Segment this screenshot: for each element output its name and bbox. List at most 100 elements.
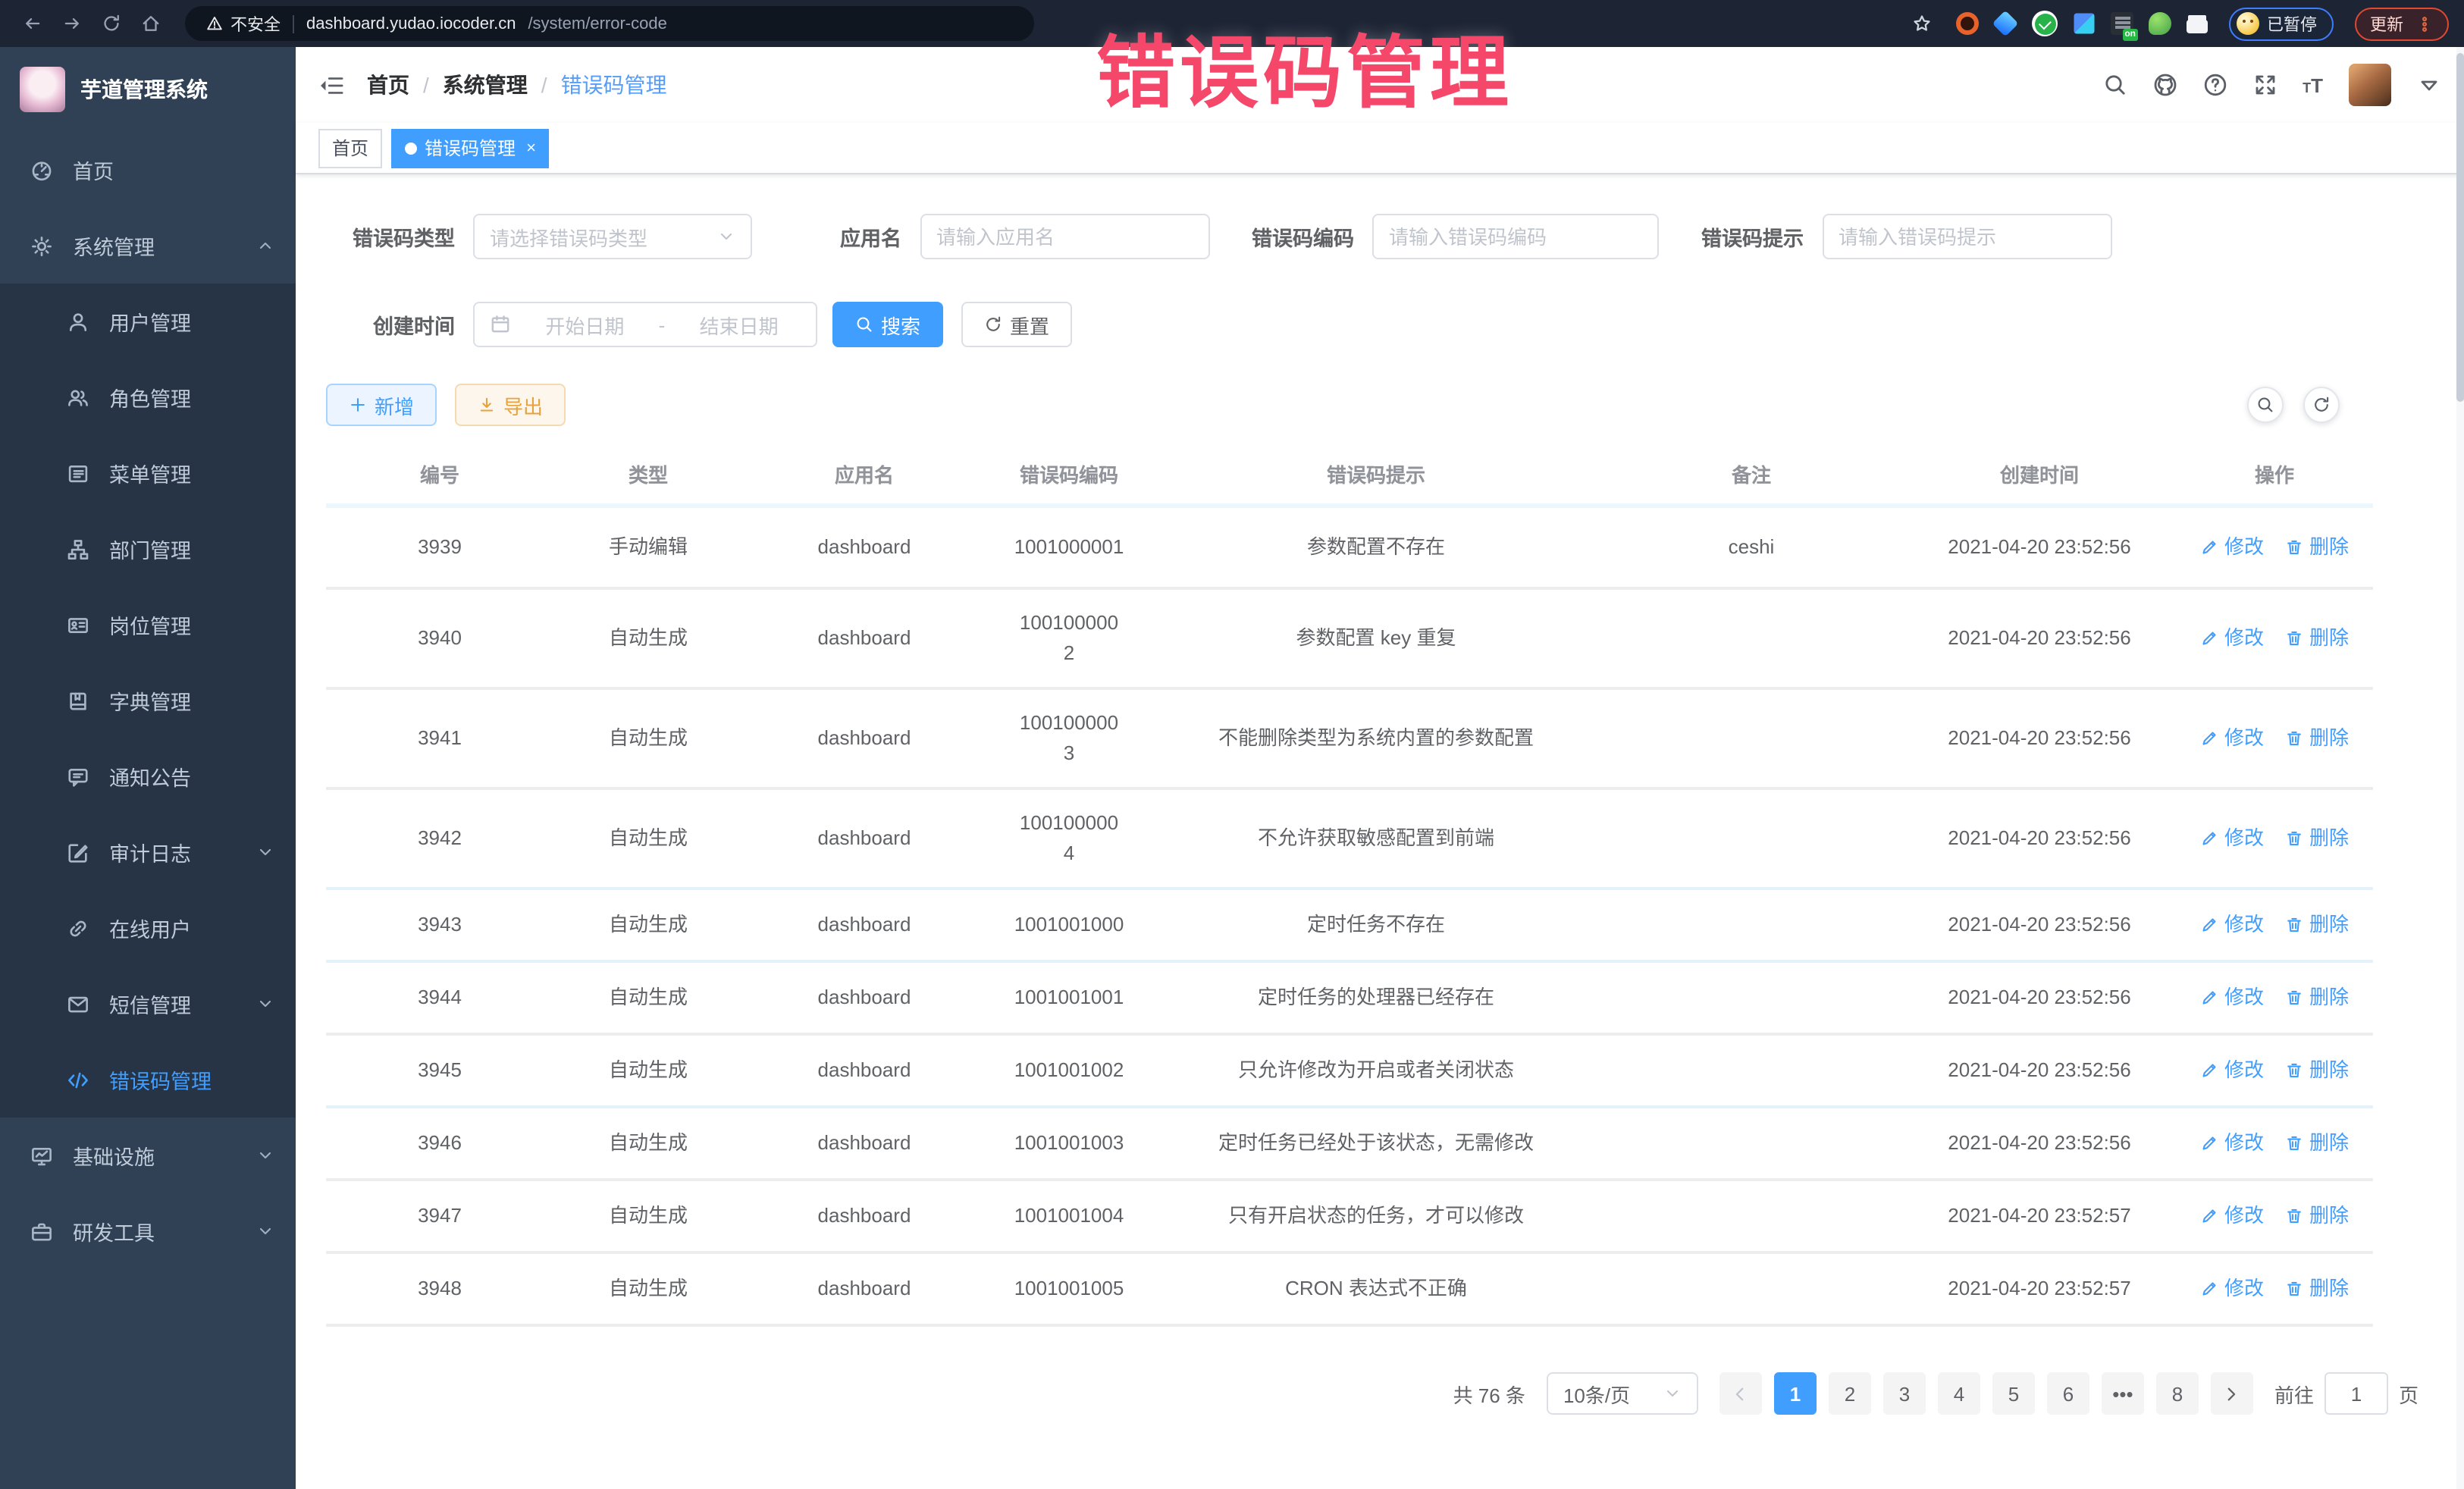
page-size-select[interactable]: 10条/页 — [1547, 1372, 1698, 1415]
next-page-button[interactable] — [2211, 1372, 2253, 1415]
extension-green-check-icon[interactable] — [2032, 11, 2058, 36]
edit-label: 修改 — [2224, 1128, 2264, 1158]
page-scrollbar[interactable] — [2456, 47, 2464, 1489]
fullscreen-icon[interactable] — [2252, 73, 2277, 97]
page-ellipsis[interactable]: ••• — [2102, 1372, 2144, 1415]
edit-button[interactable]: 修改 — [2200, 532, 2264, 563]
search-icon[interactable] — [2102, 73, 2127, 97]
sidebar-item-系统管理[interactable]: 系统管理 — [0, 208, 296, 284]
sidebar-item-字典管理[interactable]: 字典管理 — [0, 663, 296, 738]
extension-green-rocket-icon[interactable] — [2149, 12, 2171, 35]
delete-button[interactable]: 删除 — [2285, 823, 2349, 854]
sidebar-item-短信管理[interactable]: 短信管理 — [0, 966, 296, 1042]
extension-orange-ring-icon[interactable] — [1956, 12, 1979, 35]
page-button-4[interactable]: 4 — [1938, 1372, 1980, 1415]
edit-button[interactable]: 修改 — [2200, 823, 2264, 854]
tab-首页[interactable]: 首页 — [318, 128, 382, 168]
delete-button[interactable]: 删除 — [2285, 1128, 2349, 1158]
sidebar-logo-row[interactable]: 芋道管理系统 — [0, 47, 296, 132]
goto-page-input[interactable] — [2324, 1372, 2388, 1415]
extension-blue-cubes-icon[interactable] — [2074, 14, 2095, 34]
reset-button[interactable]: 重置 — [961, 302, 1072, 347]
delete-button[interactable]: 删除 — [2285, 1055, 2349, 1086]
browser-home-icon[interactable] — [133, 7, 167, 40]
error-type-select[interactable]: 请选择错误码类型 — [473, 214, 752, 259]
delete-button[interactable]: 删除 — [2285, 723, 2349, 754]
error-code-input[interactable] — [1389, 225, 1642, 248]
edit-button[interactable]: 修改 — [2200, 1274, 2264, 1304]
edit-button[interactable]: 修改 — [2200, 910, 2264, 940]
delete-button[interactable]: 删除 — [2285, 1274, 2349, 1304]
delete-button[interactable]: 删除 — [2285, 623, 2349, 654]
cell-actions: 修改 删除 — [2176, 1128, 2373, 1158]
export-button[interactable]: 导出 — [455, 384, 566, 426]
github-icon[interactable] — [2152, 73, 2177, 97]
scrollbar-thumb[interactable] — [2456, 53, 2464, 402]
add-button[interactable]: 新增 — [326, 384, 437, 426]
browser-back-icon[interactable] — [15, 7, 49, 40]
chevron-down-icon[interactable] — [2417, 73, 2441, 97]
edit-button[interactable]: 修改 — [2200, 983, 2264, 1013]
browser-update-button[interactable]: 更新 — [2355, 7, 2449, 40]
sidebar-item-在线用户[interactable]: 在线用户 — [0, 890, 296, 966]
insecure-badge[interactable]: 不安全 — [206, 11, 281, 36]
delete-trash-icon — [2285, 1207, 2303, 1225]
browser-forward-icon[interactable] — [55, 7, 88, 40]
column-header-应用名: 应用名 — [743, 462, 986, 492]
prev-page-button[interactable] — [1719, 1372, 1762, 1415]
tab-close-icon[interactable]: × — [526, 139, 536, 157]
delete-button[interactable]: 删除 — [2285, 983, 2349, 1013]
edit-button[interactable]: 修改 — [2200, 1055, 2264, 1086]
avatar[interactable] — [2349, 64, 2391, 106]
sidebar-item-部门管理[interactable]: 部门管理 — [0, 511, 296, 587]
page-buttons: 123456 ••• 8 — [1719, 1372, 2253, 1415]
delete-label: 删除 — [2309, 1128, 2349, 1158]
extension-puzzle-icon[interactable] — [2187, 19, 2208, 33]
page-button-8[interactable]: 8 — [2156, 1372, 2199, 1415]
address-bar[interactable]: 不安全 dashboard.yudao.iocoder.cn/system/er… — [185, 6, 1034, 41]
browser-reload-icon[interactable] — [94, 7, 127, 40]
page-button-2[interactable]: 2 — [1829, 1372, 1871, 1415]
delete-button[interactable]: 删除 — [2285, 1201, 2349, 1231]
sidebar-item-通知公告[interactable]: 通知公告 — [0, 738, 296, 814]
edit-button[interactable]: 修改 — [2200, 723, 2264, 754]
edit-button[interactable]: 修改 — [2200, 1128, 2264, 1158]
kebab-menu-icon[interactable] — [2415, 14, 2434, 33]
sidebar-item-研发工具[interactable]: 研发工具 — [0, 1193, 296, 1269]
page-button-1[interactable]: 1 — [1774, 1372, 1817, 1415]
toggle-search-button[interactable] — [2247, 387, 2284, 423]
refresh-table-button[interactable] — [2303, 387, 2340, 423]
page-button-3[interactable]: 3 — [1883, 1372, 1926, 1415]
page-button-5[interactable]: 5 — [1992, 1372, 2035, 1415]
sidebar-item-错误码管理[interactable]: 错误码管理 — [0, 1042, 296, 1118]
sidebar-item-基础设施[interactable]: 基础设施 — [0, 1118, 296, 1193]
breadcrumb-home[interactable]: 首页 — [367, 70, 409, 100]
breadcrumb-system[interactable]: 系统管理 — [443, 70, 528, 100]
edit-button[interactable]: 修改 — [2200, 1201, 2264, 1231]
delete-button[interactable]: 删除 — [2285, 910, 2349, 940]
hamburger-icon[interactable] — [318, 72, 344, 98]
table-row: 3947自动生成dashboard1001001004只有开启状态的任务，才可以… — [326, 1181, 2373, 1254]
font-size-icon[interactable]: TT — [2303, 74, 2323, 96]
sidebar-item-首页[interactable]: 首页 — [0, 132, 296, 208]
search-button[interactable]: 搜索 — [832, 302, 943, 347]
tab-错误码管理[interactable]: 错误码管理× — [391, 128, 550, 168]
extension-blue-gem-icon[interactable] — [1992, 11, 2019, 37]
profile-paused-badge[interactable]: 已暂停 — [2229, 7, 2334, 40]
cell-id: 3941 — [326, 723, 553, 754]
sidebar-item-审计日志[interactable]: 审计日志 — [0, 814, 296, 890]
bookmark-star-icon[interactable] — [1904, 7, 1938, 40]
sidebar-item-岗位管理[interactable]: 岗位管理 — [0, 587, 296, 663]
error-code-value: 100100000 3 — [1004, 708, 1134, 770]
sidebar-item-角色管理[interactable]: 角色管理 — [0, 359, 296, 435]
extension-switch-on-icon[interactable] — [2111, 12, 2133, 35]
sidebar-item-用户管理[interactable]: 用户管理 — [0, 284, 296, 359]
help-icon[interactable] — [2202, 73, 2227, 97]
edit-button[interactable]: 修改 — [2200, 623, 2264, 654]
app-name-input[interactable] — [936, 225, 1193, 248]
sidebar-item-菜单管理[interactable]: 菜单管理 — [0, 435, 296, 511]
page-button-6[interactable]: 6 — [2047, 1372, 2089, 1415]
delete-button[interactable]: 删除 — [2285, 532, 2349, 563]
date-range-picker[interactable]: 开始日期 - 结束日期 — [473, 302, 817, 347]
error-msg-input[interactable] — [1839, 225, 2095, 248]
